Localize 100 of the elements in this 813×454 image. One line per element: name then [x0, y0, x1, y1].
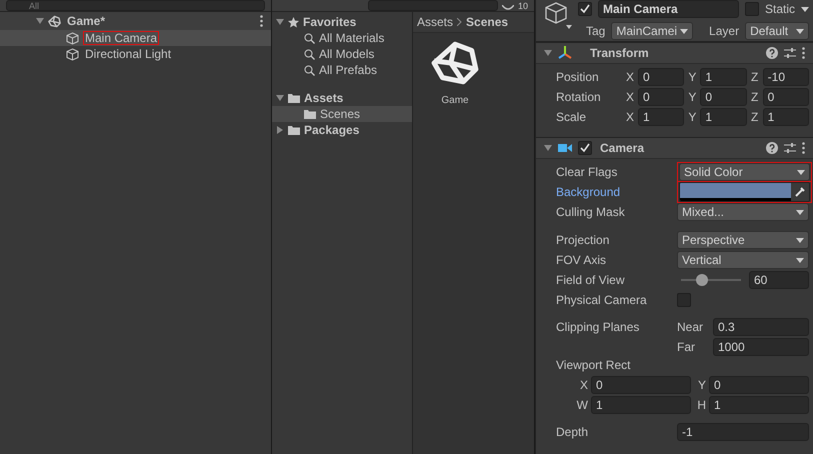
dropdown-arrow-icon	[796, 210, 804, 214]
number-field[interactable]: -10	[762, 68, 809, 86]
near-label: Near	[677, 320, 704, 334]
layer-label: Layer	[709, 24, 740, 38]
dropdown-arrow-icon	[796, 28, 804, 34]
dropdown[interactable]: Solid Color	[679, 163, 810, 181]
project-tree-item[interactable]: Favorites	[272, 14, 412, 30]
search-icon	[304, 64, 315, 76]
field-label: Clipping Planes	[556, 320, 640, 334]
checkmark-icon	[580, 143, 590, 154]
more-options-icon[interactable]	[802, 142, 805, 154]
number-field[interactable]: 1000	[713, 338, 809, 356]
breadcrumb-link[interactable]: Assets	[417, 15, 454, 29]
help-icon[interactable]	[766, 47, 778, 60]
dropdown-arrow-icon	[680, 28, 688, 34]
field-label: Culling Mask	[556, 205, 626, 219]
component-title: Camera	[599, 141, 646, 156]
field-label: Rotation	[556, 90, 602, 104]
number-field[interactable]: 0	[638, 68, 684, 86]
dropdown[interactable]: Perspective	[677, 231, 809, 249]
sliders-icon[interactable]	[784, 142, 796, 154]
folder-icon	[288, 93, 300, 103]
more-options-icon[interactable]	[260, 15, 263, 27]
project-tree-item[interactable]: Assets	[272, 90, 412, 106]
axis-label: Z	[750, 110, 760, 124]
axis-label: X	[578, 378, 588, 392]
layer-dropdown[interactable]: Default	[745, 22, 809, 40]
asset-name[interactable]: Game	[441, 95, 469, 106]
collapsed-arrow-icon[interactable]	[276, 126, 284, 134]
field-label: Background	[556, 185, 622, 199]
object-name: Directional Light	[84, 47, 172, 61]
expanded-arrow-icon[interactable]	[276, 94, 284, 102]
search-icon	[304, 48, 315, 60]
enabled-checkbox[interactable]	[578, 141, 592, 156]
number-field[interactable]: 0.3	[713, 318, 809, 336]
number-field[interactable]: 1	[762, 108, 809, 126]
number-field[interactable]: 1	[709, 396, 809, 414]
dropdown-arrow-icon	[796, 258, 804, 262]
unity-logo-icon	[431, 39, 479, 87]
slider-thumb[interactable]	[696, 274, 708, 286]
help-icon[interactable]	[766, 142, 778, 154]
field-label: Position	[556, 70, 600, 84]
field-label: Physical Camera	[556, 293, 648, 307]
chevron-icon	[457, 18, 462, 26]
field-label: Scale	[556, 110, 588, 124]
camera-icon	[558, 143, 572, 154]
expanded-arrow-icon[interactable]	[544, 144, 552, 152]
star-icon	[288, 16, 299, 28]
static-checkbox[interactable]	[744, 2, 759, 16]
dropdown[interactable]: Vertical	[677, 251, 809, 269]
number-field[interactable]: 0	[591, 376, 691, 394]
axis-label: Z	[750, 70, 760, 84]
eyedropper-icon[interactable]	[795, 187, 805, 197]
sliders-icon[interactable]	[784, 47, 796, 60]
field-label: Projection	[556, 233, 610, 247]
axis-label: X	[625, 90, 635, 104]
hierarchy-item[interactable]: Directional Light	[0, 46, 271, 62]
number-field[interactable]: 0	[638, 88, 684, 106]
axis-label: Z	[750, 90, 760, 104]
search-field[interactable]	[368, 0, 498, 11]
folder-icon	[304, 109, 316, 119]
number-field[interactable]: 1	[700, 68, 747, 86]
number-field[interactable]: 0	[700, 88, 747, 106]
axis-label: Y	[687, 70, 698, 84]
axis-label: Y	[687, 90, 698, 104]
expanded-arrow-icon[interactable]	[544, 49, 552, 58]
number-field[interactable]: -1	[677, 423, 809, 441]
number-field[interactable]: 1	[638, 108, 684, 126]
search-icon	[304, 32, 315, 44]
more-options-icon[interactable]	[802, 47, 805, 60]
expanded-arrow-icon[interactable]	[276, 18, 284, 26]
checkmark-icon	[580, 4, 590, 14]
expanded-arrow-icon[interactable]	[36, 17, 44, 25]
cube-with-caret-icon	[544, 2, 572, 30]
field-label: Clear Flags	[556, 165, 618, 179]
number-field[interactable]: 0	[762, 88, 809, 106]
project-tree-item[interactable]: All Materials	[272, 30, 412, 46]
project-tree-item[interactable]: Scenes	[272, 106, 412, 122]
tag-dropdown[interactable]: MainCamei	[611, 22, 694, 40]
project-tree-item[interactable]: All Prefabs	[272, 62, 412, 78]
hierarchy-item[interactable]: Main Camera	[0, 30, 271, 46]
checkbox[interactable]	[677, 293, 691, 307]
name-field[interactable]: Main Camera	[598, 0, 739, 18]
cube-icon	[66, 48, 79, 60]
number-field[interactable]: 0	[709, 376, 809, 394]
number-field[interactable]: 60	[749, 271, 809, 289]
project-tree-item[interactable]: Packages	[272, 122, 412, 138]
far-label: Far	[677, 340, 696, 354]
breadcrumb-link[interactable]: Scenes	[466, 15, 508, 29]
number-field[interactable]: 1	[591, 396, 691, 414]
component-title: Transform	[589, 46, 650, 60]
scene-row[interactable]: Game*	[0, 12, 271, 30]
axis-label: X	[625, 70, 635, 84]
field-label: FOV Axis	[556, 253, 608, 267]
project-tree-item[interactable]: All Models	[272, 46, 412, 62]
axis-label: Y	[696, 378, 706, 392]
field-label: Field of View	[556, 273, 626, 287]
number-field[interactable]: 1	[700, 108, 747, 126]
dropdown[interactable]: Mixed...	[677, 203, 809, 221]
active-checkbox[interactable]	[578, 2, 592, 16]
